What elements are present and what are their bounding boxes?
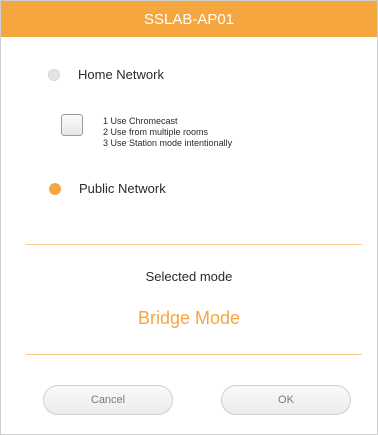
cancel-button[interactable]: Cancel [43, 385, 173, 415]
public-network-radio[interactable] [49, 182, 61, 195]
reason-item: 3 Use Station mode intentionally [103, 138, 233, 148]
dialog-title-bar: SSLAB-AP01 [1, 1, 377, 37]
network-mode-dialog: SSLAB-AP01 Home Network 1 Use Chromecast… [0, 0, 378, 435]
public-network-label: Public Network [79, 181, 166, 196]
divider-top [26, 244, 362, 245]
divider-bottom [26, 354, 362, 355]
selected-mode-value: Bridge Mode [137, 308, 241, 328]
reason-item: 1 Use Chromecast [103, 116, 178, 126]
home-network-checkbox[interactable] [61, 114, 83, 136]
reason-item: 2 Use from multiple rooms [103, 127, 209, 137]
selected-mode-caption: Selected mode [145, 269, 233, 284]
home-network-radio[interactable] [48, 68, 60, 81]
dialog-title: SSLAB-AP01 [143, 10, 235, 28]
ok-button[interactable]: OK [221, 385, 351, 415]
public-network-option[interactable]: Public Network [49, 181, 166, 196]
home-network-label: Home Network [78, 67, 164, 82]
home-network-option[interactable]: Home Network [48, 67, 164, 82]
home-network-reasons: 1 Use Chromecast 2 Use from multiple roo… [103, 116, 232, 149]
